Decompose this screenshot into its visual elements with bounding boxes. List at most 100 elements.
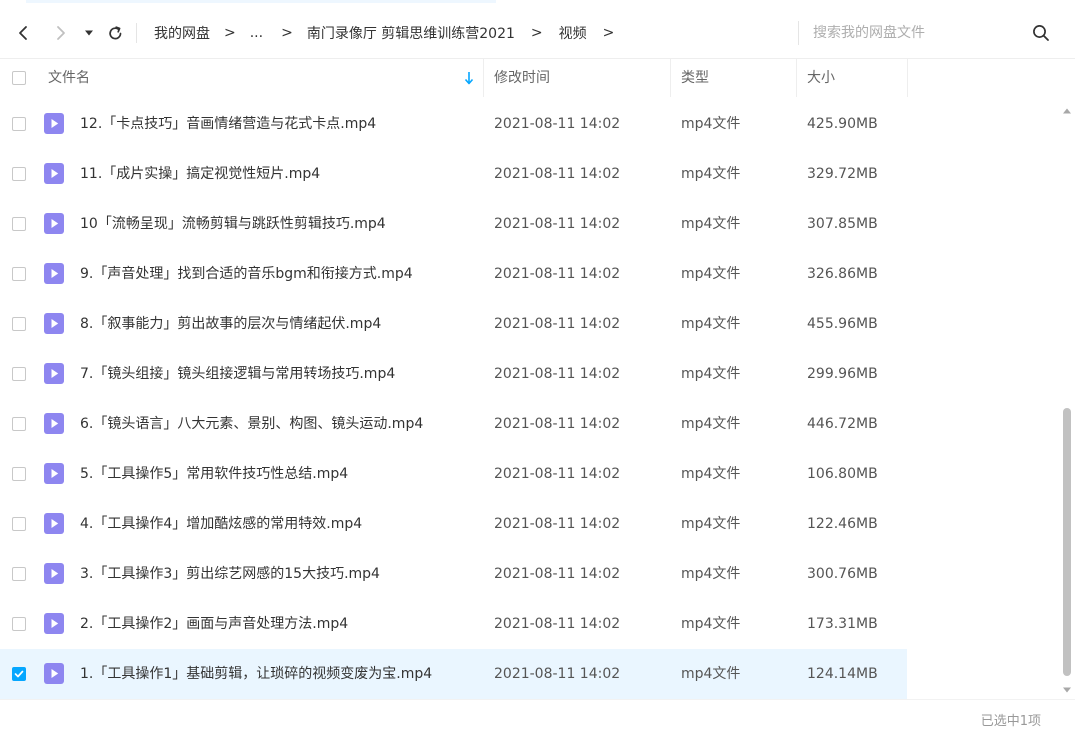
row-checkbox[interactable]	[12, 467, 26, 481]
row-checkbox[interactable]	[12, 417, 26, 431]
file-name[interactable]: 3.「工具操作3」剪出综艺网感的15大技巧.mp4	[80, 549, 380, 599]
file-size: 124.14MB	[807, 666, 878, 682]
file-type: mp4文件	[681, 316, 741, 332]
breadcrumb-course-folder[interactable]: 南门录像厅 剪辑思维训练营2021	[307, 23, 515, 43]
breadcrumb-ellipsis[interactable]: ...	[250, 25, 263, 41]
table-row[interactable]: 11.「成片实操」搞定视觉性短片.mp4 2021-08-11 14:02 mp…	[0, 149, 1060, 199]
table-row[interactable]: 6.「镜头语言」八大元素、景别、构图、镜头运动.mp4 2021-08-11 1…	[0, 399, 1060, 449]
table-row[interactable]: 8.「叙事能力」剪出故事的层次与情绪起伏.mp4 2021-08-11 14:0…	[0, 299, 1060, 349]
video-file-icon	[44, 213, 64, 234]
breadcrumb: 我的网盘 > ... > 南门录像厅 剪辑思维训练营2021 > 视频 >	[136, 8, 628, 58]
file-type: mp4文件	[681, 366, 741, 382]
file-modified: 2021-08-11 14:02	[494, 166, 621, 182]
file-modified: 2021-08-11 14:02	[494, 366, 621, 382]
chevron-right-icon	[57, 26, 65, 40]
file-size: 307.85MB	[807, 216, 878, 232]
row-checkbox[interactable]	[12, 517, 26, 531]
row-checkbox[interactable]	[12, 267, 26, 281]
search-icon[interactable]	[1031, 23, 1051, 43]
file-name[interactable]: 5.「工具操作5」常用软件技巧性总结.mp4	[80, 449, 348, 499]
scroll-down-arrow-icon[interactable]	[1062, 682, 1072, 693]
table-row[interactable]: 1.「工具操作1」基础剪辑，让琐碎的视频变废为宝.mp4 2021-08-11 …	[0, 649, 907, 699]
file-name[interactable]: 6.「镜头语言」八大元素、景别、构图、镜头运动.mp4	[80, 399, 423, 449]
file-type: mp4文件	[681, 216, 741, 232]
file-size: 425.90MB	[807, 116, 878, 132]
file-name[interactable]: 4.「工具操作4」增加酷炫感的常用特效.mp4	[80, 499, 362, 549]
column-header-modified[interactable]: 修改时间	[494, 59, 550, 97]
table-row[interactable]: 3.「工具操作3」剪出综艺网感的15大技巧.mp4 2021-08-11 14:…	[0, 549, 1060, 599]
row-checkbox[interactable]	[12, 117, 26, 131]
caret-down-icon	[85, 30, 93, 36]
video-file-icon	[44, 113, 64, 134]
file-type: mp4文件	[681, 416, 741, 432]
row-checkbox[interactable]	[12, 217, 26, 231]
file-modified: 2021-08-11 14:02	[494, 466, 621, 482]
file-name[interactable]: 7.「镜头组接」镜头组接逻辑与常用转场技巧.mp4	[80, 349, 395, 399]
file-size: 122.46MB	[807, 516, 878, 532]
video-file-icon	[44, 263, 64, 284]
breadcrumb-my-drive[interactable]: 我的网盘	[154, 23, 210, 43]
table-row[interactable]: 4.「工具操作4」增加酷炫感的常用特效.mp4 2021-08-11 14:02…	[0, 499, 1060, 549]
history-dropdown-button[interactable]	[80, 8, 98, 58]
column-header-type[interactable]: 类型	[681, 59, 709, 97]
video-file-icon	[44, 413, 64, 434]
selection-count: 已选中1项	[980, 714, 1041, 729]
select-all-checkbox[interactable]	[12, 71, 26, 85]
file-modified: 2021-08-11 14:02	[494, 216, 621, 232]
file-name[interactable]: 10「流畅呈现」流畅剪辑与跳跃性剪辑技巧.mp4	[80, 199, 386, 249]
row-checkbox[interactable]	[12, 617, 26, 631]
row-checkbox[interactable]	[12, 167, 26, 181]
file-size: 106.80MB	[807, 466, 878, 482]
divider	[136, 23, 137, 43]
column-divider	[907, 59, 908, 97]
breadcrumb-video-folder[interactable]: 视频	[559, 23, 587, 43]
back-button[interactable]	[10, 8, 36, 58]
file-modified: 2021-08-11 14:02	[494, 666, 621, 682]
file-size: 299.96MB	[807, 366, 878, 382]
file-modified: 2021-08-11 14:02	[494, 516, 621, 532]
file-name[interactable]: 2.「工具操作2」画面与声音处理方法.mp4	[80, 599, 348, 649]
file-name[interactable]: 1.「工具操作1」基础剪辑，让琐碎的视频变废为宝.mp4	[80, 649, 432, 699]
top-strip	[0, 0, 1075, 8]
file-modified: 2021-08-11 14:02	[494, 316, 621, 332]
file-type: mp4文件	[681, 116, 741, 132]
video-file-icon	[44, 563, 64, 584]
table-header: 文件名 修改时间 类型 大小	[0, 59, 1060, 97]
navigation-bar: 我的网盘 > ... > 南门录像厅 剪辑思维训练营2021 > 视频 >	[0, 8, 1075, 59]
scroll-up-arrow-icon[interactable]	[1062, 103, 1072, 114]
file-modified: 2021-08-11 14:02	[494, 116, 621, 132]
video-file-icon	[44, 463, 64, 484]
file-name[interactable]: 11.「成片实操」搞定视觉性短片.mp4	[80, 149, 320, 199]
table-row[interactable]: 9.「声音处理」找到合适的音乐bgm和衔接方式.mp4 2021-08-11 1…	[0, 249, 1060, 299]
breadcrumb-separator: >	[224, 25, 236, 41]
column-header-size[interactable]: 大小	[807, 59, 835, 97]
file-name[interactable]: 8.「叙事能力」剪出故事的层次与情绪起伏.mp4	[80, 299, 381, 349]
file-size: 446.72MB	[807, 416, 878, 432]
column-header-name[interactable]: 文件名	[48, 59, 90, 97]
file-size: 173.31MB	[807, 616, 878, 632]
row-checkbox-checked[interactable]	[12, 667, 26, 681]
row-checkbox[interactable]	[12, 367, 26, 381]
search-input[interactable]	[813, 21, 1013, 45]
file-modified: 2021-08-11 14:02	[494, 616, 621, 632]
forward-button[interactable]	[48, 8, 74, 58]
table-row[interactable]: 5.「工具操作5」常用软件技巧性总结.mp4 2021-08-11 14:02 …	[0, 449, 1060, 499]
scrollbar-thumb[interactable]	[1063, 408, 1071, 676]
breadcrumb-separator: >	[602, 25, 615, 41]
breadcrumb-separator: >	[530, 25, 543, 41]
table-row[interactable]: 2.「工具操作2」画面与声音处理方法.mp4 2021-08-11 14:02 …	[0, 599, 1060, 649]
table-row[interactable]: 7.「镜头组接」镜头组接逻辑与常用转场技巧.mp4 2021-08-11 14:…	[0, 349, 1060, 399]
file-size: 300.76MB	[807, 566, 878, 582]
video-file-icon	[44, 363, 64, 384]
refresh-button[interactable]	[103, 8, 127, 58]
file-name[interactable]: 12.「卡点技巧」音画情绪营造与花式卡点.mp4	[80, 99, 376, 149]
table-row[interactable]: 12.「卡点技巧」音画情绪营造与花式卡点.mp4 2021-08-11 14:0…	[0, 99, 1060, 149]
video-file-icon	[44, 663, 64, 684]
file-type: mp4文件	[681, 466, 741, 482]
file-name[interactable]: 9.「声音处理」找到合适的音乐bgm和衔接方式.mp4	[80, 249, 413, 299]
file-type: mp4文件	[681, 266, 741, 282]
row-checkbox[interactable]	[12, 317, 26, 331]
row-checkbox[interactable]	[12, 567, 26, 581]
table-row[interactable]: 10「流畅呈现」流畅剪辑与跳跃性剪辑技巧.mp4 2021-08-11 14:0…	[0, 199, 1060, 249]
arrow-down-icon[interactable]	[463, 71, 475, 85]
